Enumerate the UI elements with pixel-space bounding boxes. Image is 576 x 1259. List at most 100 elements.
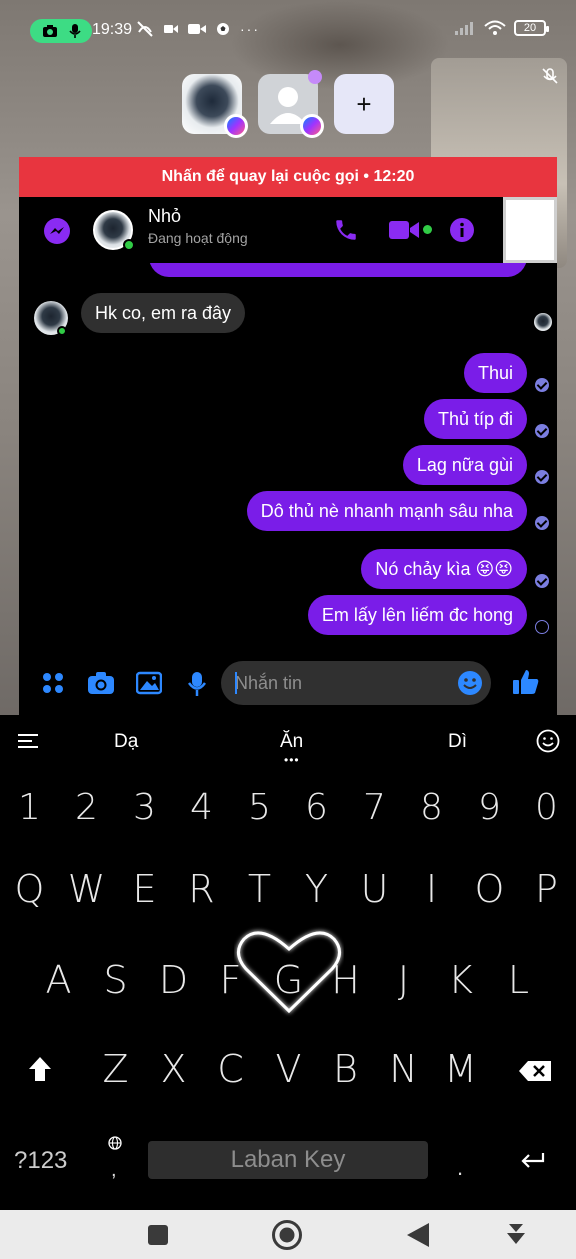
key-r[interactable]: R xyxy=(173,859,230,919)
return-to-call-banner[interactable]: Nhấn để quay lại cuộc gọi • 12:20 xyxy=(19,157,557,197)
key-w[interactable]: W xyxy=(58,859,115,919)
camera-icon[interactable] xyxy=(87,671,115,695)
message-bubble-outgoing[interactable]: Nó chảy kìa 😝😝 xyxy=(361,549,527,589)
key-e[interactable]: E xyxy=(116,859,173,919)
participant-placeholder-avatar[interactable] xyxy=(258,70,324,138)
key-s[interactable]: S xyxy=(87,950,144,1010)
participant-avatar[interactable] xyxy=(182,74,248,138)
emoji-icon[interactable] xyxy=(457,670,483,696)
key-i[interactable]: I xyxy=(403,859,460,919)
message-composer: Nhắn tin xyxy=(19,657,557,715)
key-b[interactable]: B xyxy=(317,1039,374,1099)
chat-head-window: Nhấn để quay lại cuộc gọi • 12:20 Nhỏ Đa… xyxy=(19,157,557,715)
active-call-dot xyxy=(423,225,432,234)
message-bubble-outgoing[interactable]: Lag nữa gùi xyxy=(402,445,527,485)
message-bubble-outgoing[interactable]: Em lấy lên liếm đc hong xyxy=(307,595,527,635)
like-thumb-icon[interactable] xyxy=(512,668,540,696)
keyboard: Dạ Ăn ••• Dì 1 2 3 4 5 6 7 8 9 0 Q W E R… xyxy=(0,715,576,1210)
backspace-key-icon[interactable] xyxy=(518,1060,552,1082)
key-0[interactable]: 0 xyxy=(518,778,575,838)
comma-key[interactable]: , xyxy=(111,1159,117,1182)
more-suggestions-icon[interactable]: ••• xyxy=(284,754,300,766)
menu-grid-icon[interactable] xyxy=(41,671,65,695)
key-8[interactable]: 8 xyxy=(403,778,460,838)
key-2[interactable]: 2 xyxy=(58,778,115,838)
video-call-icon[interactable] xyxy=(389,218,421,242)
key-6[interactable]: 6 xyxy=(288,778,345,838)
add-participant-button[interactable]: + xyxy=(334,74,394,134)
return-to-call-label: Nhấn để quay lại cuộc gọi • 12:20 xyxy=(161,168,415,185)
microphone-icon[interactable] xyxy=(187,671,207,697)
text-cursor xyxy=(235,672,237,694)
screen: 19:39 ··· 20 + Nhấn để quay lại cuộc gọi… xyxy=(0,0,576,1259)
shift-key-icon[interactable] xyxy=(28,1056,52,1082)
message-list: Hk co, em ra đây Thui Thủ típ đi Lag nữa… xyxy=(19,263,557,657)
message-input[interactable]: Nhắn tin xyxy=(221,661,491,705)
key-a[interactable]: A xyxy=(30,950,87,1010)
system-navigation-bar xyxy=(0,1210,576,1259)
message-bubble-partial xyxy=(149,263,527,277)
key-x[interactable]: X xyxy=(145,1039,202,1099)
message-input-placeholder: Nhắn tin xyxy=(235,673,303,693)
key-t[interactable]: T xyxy=(231,859,288,919)
home-button[interactable] xyxy=(271,1219,303,1251)
key-3[interactable]: 3 xyxy=(116,778,173,838)
messenger-logo-icon[interactable] xyxy=(43,217,71,245)
key-c[interactable]: C xyxy=(202,1039,259,1099)
message-bubble-outgoing[interactable]: Dô thủ nè nhanh mạnh sâu nha xyxy=(246,491,527,531)
delivered-check-icon xyxy=(535,378,549,392)
symbols-key[interactable]: ?123 xyxy=(14,1147,67,1175)
delivered-check-icon xyxy=(535,470,549,484)
key-m[interactable]: M xyxy=(432,1039,489,1099)
key-j[interactable]: J xyxy=(375,950,432,1010)
suggestion-2[interactable]: Ăn xyxy=(280,731,303,753)
suggestion-1[interactable]: Dạ xyxy=(114,731,138,753)
key-q[interactable]: Q xyxy=(1,859,58,919)
info-icon[interactable] xyxy=(449,217,475,243)
period-key[interactable]: . xyxy=(457,1155,463,1181)
gallery-icon[interactable] xyxy=(136,671,162,695)
key-n[interactable]: N xyxy=(375,1039,432,1099)
recents-button[interactable] xyxy=(147,1224,169,1246)
key-p[interactable]: P xyxy=(518,859,575,919)
status-bar: 19:39 ··· 20 xyxy=(0,0,576,62)
hide-keyboard-button[interactable] xyxy=(505,1222,527,1246)
key-y[interactable]: Y xyxy=(288,859,345,919)
message-bubble-incoming[interactable]: Hk co, em ra đây xyxy=(81,293,246,333)
key-4[interactable]: 4 xyxy=(173,778,230,838)
key-z[interactable]: Z xyxy=(87,1039,144,1099)
key-v[interactable]: V xyxy=(260,1039,317,1099)
signal-icon xyxy=(455,22,473,35)
key-5[interactable]: 5 xyxy=(231,778,288,838)
key-7[interactable]: 7 xyxy=(346,778,403,838)
space-bar[interactable]: Laban Key xyxy=(148,1141,428,1179)
contact-name[interactable]: Nhỏ xyxy=(148,206,181,227)
key-l[interactable]: L xyxy=(490,950,547,1010)
heart-theme-icon xyxy=(237,931,341,1014)
soccer-ball-icon xyxy=(217,23,229,35)
enter-key-icon[interactable] xyxy=(521,1151,545,1169)
camera-icon xyxy=(42,25,57,37)
key-k[interactable]: K xyxy=(432,950,489,1010)
call-participants: + xyxy=(182,70,394,138)
battery-level: 20 xyxy=(523,22,537,34)
screen-record-indicator[interactable] xyxy=(30,19,92,43)
back-button[interactable] xyxy=(406,1222,430,1248)
key-o[interactable]: O xyxy=(461,859,518,919)
key-u[interactable]: U xyxy=(346,859,403,919)
message-bubble-outgoing[interactable]: Thủ típ đi xyxy=(423,399,527,439)
key-d[interactable]: D xyxy=(145,950,202,1010)
suggestion-bar: Dạ Ăn ••• Dì xyxy=(0,715,576,767)
key-1[interactable]: 1 xyxy=(1,778,58,838)
globe-icon[interactable] xyxy=(108,1136,122,1150)
wifi-icon xyxy=(484,20,506,35)
emoji-keyboard-icon[interactable] xyxy=(536,729,560,753)
key-9[interactable]: 9 xyxy=(461,778,518,838)
video-small-icon xyxy=(164,25,178,33)
contact-status: Đang hoạt động xyxy=(148,230,248,246)
keyboard-menu-icon[interactable] xyxy=(18,732,40,750)
delivered-check-icon xyxy=(535,574,549,588)
suggestion-3[interactable]: Dì xyxy=(448,731,467,753)
message-bubble-outgoing[interactable]: Thui xyxy=(463,353,527,393)
phone-call-icon[interactable] xyxy=(333,217,359,243)
